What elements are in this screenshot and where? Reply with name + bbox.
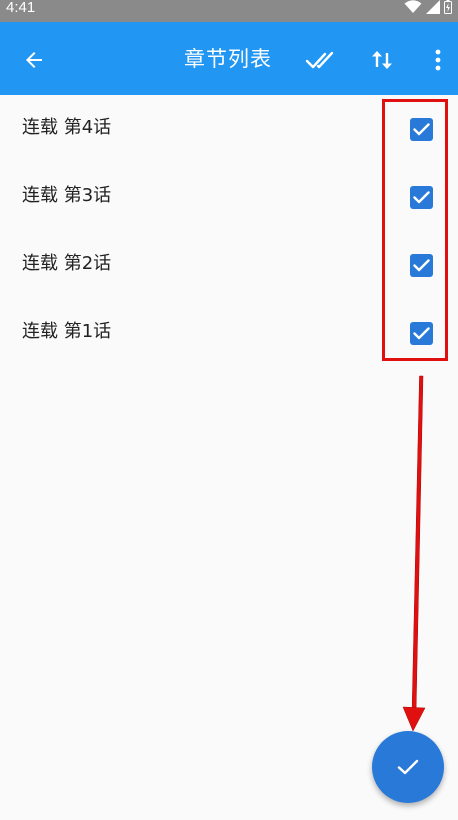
- select-all-button[interactable]: [300, 40, 340, 80]
- chapter-label: 连载 第1话: [22, 321, 112, 342]
- check-icon: [397, 759, 419, 775]
- sort-icon: [372, 51, 392, 69]
- battery-charging-icon: [444, 0, 452, 18]
- signal-icon: [426, 0, 440, 18]
- app-bar: 章节列表: [0, 22, 458, 95]
- more-options-button[interactable]: [418, 40, 458, 80]
- status-bar: 4:41: [0, 0, 458, 22]
- wifi-icon: [404, 0, 422, 18]
- status-time: 4:41: [6, 0, 36, 16]
- page-title: 章节列表: [184, 47, 272, 71]
- back-button[interactable]: [14, 40, 54, 80]
- chapter-label: 连载 第2话: [22, 253, 112, 274]
- chapter-label: 连载 第3话: [22, 185, 112, 206]
- double-check-icon: [305, 51, 334, 69]
- more-vert-icon: [435, 49, 441, 71]
- confirm-fab[interactable]: [372, 731, 444, 803]
- back-arrow-icon: [26, 52, 42, 68]
- status-icons: [404, 0, 452, 18]
- annotation-highlight-box: [382, 99, 448, 361]
- chapter-label: 连载 第4话: [22, 117, 112, 138]
- sort-button[interactable]: [362, 40, 402, 80]
